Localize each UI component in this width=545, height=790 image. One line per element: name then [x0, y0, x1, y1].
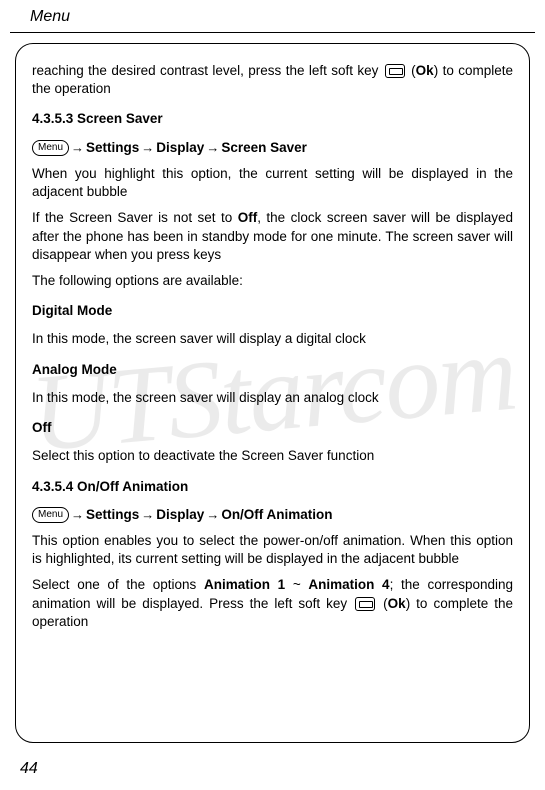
text: reaching the desired contrast level, pre… — [32, 63, 383, 78]
sub-heading-analog: Analog Mode — [32, 361, 513, 379]
text: ( — [407, 63, 416, 78]
paragraph: In this mode, the screen saver will disp… — [32, 389, 513, 407]
nav-path-screen-saver: Menu→Settings→Display→Screen Saver — [32, 139, 513, 157]
text: If the Screen Saver is not set to — [32, 210, 238, 225]
section-heading-animation: 4.3.5.4 On/Off Animation — [32, 478, 513, 496]
arrow-icon: → — [206, 139, 219, 157]
sub-heading-digital: Digital Mode — [32, 302, 513, 320]
nav-segment: Settings — [86, 506, 139, 524]
arrow-icon: → — [141, 506, 154, 524]
sub-heading-off: Off — [32, 419, 513, 437]
paragraph: This option enables you to select the po… — [32, 532, 513, 568]
content-frame: UTStarcom reaching the desired contrast … — [15, 43, 530, 743]
text: Select one of the options — [32, 577, 204, 592]
nav-segment: Settings — [86, 139, 139, 157]
paragraph: Select this option to deactivate the Scr… — [32, 447, 513, 465]
menu-button-icon: Menu — [32, 140, 69, 156]
animation-label: Animation 1 — [204, 577, 285, 592]
paragraph: When you highlight this option, the curr… — [32, 165, 513, 201]
arrow-icon: → — [206, 506, 219, 524]
ok-label: Ok — [416, 63, 434, 78]
off-label: Off — [238, 210, 258, 225]
arrow-icon: → — [71, 506, 84, 524]
arrow-icon: → — [71, 139, 84, 157]
animation-label: Animation 4 — [308, 577, 389, 592]
nav-segment: Display — [156, 506, 204, 524]
nav-segment: Screen Saver — [221, 139, 307, 157]
ok-label: Ok — [388, 596, 406, 611]
page-number: 44 — [20, 760, 38, 778]
text: ( — [377, 596, 388, 611]
nav-segment: On/Off Animation — [221, 506, 332, 524]
soft-key-icon — [385, 64, 405, 78]
paragraph: If the Screen Saver is not set to Off, t… — [32, 209, 513, 264]
page-header: Menu — [10, 0, 535, 33]
paragraph-contrast: reaching the desired contrast level, pre… — [32, 62, 513, 98]
text: ~ — [285, 577, 308, 592]
nav-path-animation: Menu→Settings→Display→On/Off Animation — [32, 506, 513, 524]
paragraph: Select one of the options Animation 1 ~ … — [32, 576, 513, 631]
paragraph: The following options are available: — [32, 272, 513, 290]
nav-segment: Display — [156, 139, 204, 157]
arrow-icon: → — [141, 139, 154, 157]
soft-key-icon — [355, 597, 375, 611]
paragraph: In this mode, the screen saver will disp… — [32, 330, 513, 348]
menu-button-icon: Menu — [32, 507, 69, 523]
section-heading-screen-saver: 4.3.5.3 Screen Saver — [32, 110, 513, 128]
content-body: reaching the desired contrast level, pre… — [32, 62, 513, 631]
